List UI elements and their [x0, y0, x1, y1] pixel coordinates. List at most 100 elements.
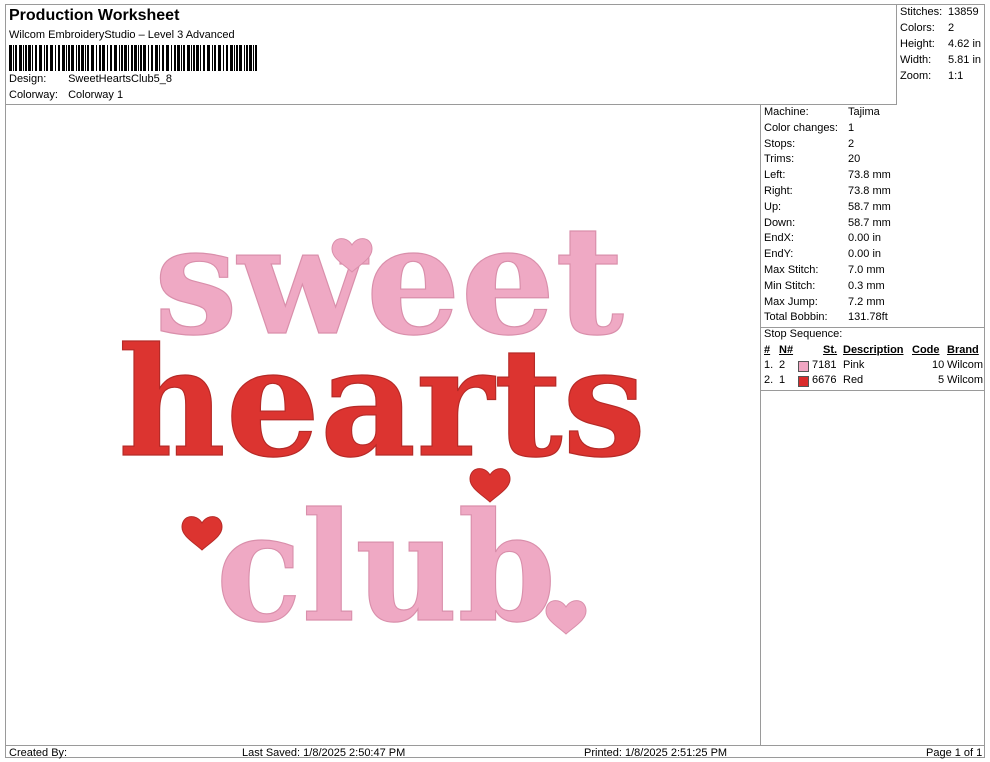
- software-name: Wilcom EmbroideryStudio – Level 3 Advanc…: [9, 29, 235, 41]
- last-saved: Last Saved: 1/8/2025 2:50:47 PM: [242, 747, 406, 759]
- embroidery-design: sweet hearts club: [117, 192, 646, 656]
- machine-info-row: Left: 73.8 mm: [764, 169, 891, 181]
- stop-sequence: Stop Sequence: # N# St. Description Code…: [761, 327, 984, 391]
- machine-info-label: Color changes:: [764, 121, 838, 134]
- machine-info-value: 58.7 mm: [848, 216, 891, 229]
- machine-info-value: 2: [848, 137, 855, 150]
- machine-info-value: 58.7 mm: [848, 200, 891, 213]
- stop-sequence-label: Stop Sequence:: [764, 328, 843, 340]
- machine-info-label: Machine:: [764, 106, 809, 118]
- col-header-st: St.: [823, 344, 838, 356]
- stat-value: 2: [948, 22, 955, 34]
- design-word-hearts: hearts: [118, 315, 646, 491]
- colorway-label: Colorway:: [9, 89, 58, 101]
- machine-info-label: EndY:: [764, 248, 794, 261]
- machine-info-value: 0.00 in: [848, 232, 882, 245]
- machine-info-row: Down: 58.7 mm: [764, 217, 891, 229]
- row-code: 10: [932, 359, 945, 371]
- stat-zoom: Zoom: 1:1: [900, 70, 963, 82]
- stat-height: Height: 4.62 in: [900, 38, 981, 50]
- col-header-description: Description: [843, 344, 904, 356]
- design-value: SweetHeartsClub5_8: [68, 73, 173, 85]
- design-preview: sweet hearts club: [6, 105, 760, 745]
- row-brand: Wilcom: [947, 374, 984, 386]
- row-stitches: 7181: [812, 359, 837, 371]
- col-header-brand: Brand: [947, 344, 979, 356]
- col-header-num: #: [764, 344, 771, 356]
- row-n: 2: [779, 359, 786, 371]
- machine-info-value: 73.8 mm: [848, 185, 891, 197]
- stat-colors: Colors: 2: [900, 22, 954, 34]
- design-label: Design:: [9, 73, 47, 85]
- row-n: 1: [779, 374, 786, 386]
- machine-info-label: Min Stitch:: [764, 279, 816, 292]
- row-num: 1.: [764, 359, 774, 371]
- machine-info-label: Max Stitch:: [764, 264, 819, 276]
- col-header-n: N#: [779, 344, 794, 356]
- page-number: Page 1 of 1: [926, 747, 983, 759]
- machine-info-row: Trims: 20: [764, 153, 860, 165]
- machine-info-row: Color changes: 1: [764, 122, 854, 134]
- row-brand: Wilcom: [947, 359, 984, 371]
- row-stitches: 6676: [812, 374, 837, 386]
- machine-info-row: Min Stitch: 0.3 mm: [764, 280, 885, 292]
- colorway-value: Colorway 1: [68, 89, 124, 101]
- machine-info-label: Down:: [764, 216, 796, 229]
- page-title: Production Worksheet: [9, 7, 180, 24]
- stat-width: Width: 5.81 in: [900, 54, 981, 66]
- stat-label: Height:: [900, 38, 935, 50]
- machine-info-label: Trims:: [764, 153, 795, 166]
- machine-info-row: Max Jump: 7.2 mm: [764, 296, 885, 308]
- machine-info-value: 7.0 mm: [848, 264, 885, 276]
- machine-info-value: 0.3 mm: [848, 279, 885, 292]
- machine-info-value: 73.8 mm: [848, 169, 891, 182]
- machine-info-value: 1: [848, 121, 855, 134]
- machine-info-label: EndX:: [764, 232, 794, 245]
- barcode: [9, 45, 257, 71]
- worksheet-header: Production Worksheet Wilcom EmbroiderySt…: [6, 5, 896, 105]
- worksheet-footer: Created By: Last Saved: 1/8/2025 2:50:47…: [6, 745, 984, 759]
- machine-info-value: 0.00 in: [848, 248, 882, 261]
- machine-info-row: Up: 58.7 mm: [764, 201, 891, 213]
- row-description: Red: [843, 374, 864, 386]
- machine-info-label: Stops:: [764, 137, 796, 150]
- stat-label: Colors:: [900, 22, 935, 34]
- row-code: 5: [938, 374, 945, 386]
- stat-value: 13859: [948, 6, 979, 18]
- stat-value: 4.62 in: [948, 38, 982, 50]
- stat-value: 1:1: [948, 70, 964, 82]
- machine-info-row: Machine: Tajima: [764, 106, 880, 118]
- table-row: 2. 1 6676 Red 5 Wilcom: [761, 374, 984, 388]
- row-num: 2.: [764, 374, 774, 386]
- created-by: Created By:: [9, 747, 68, 759]
- machine-info-label: Up:: [764, 200, 782, 213]
- machine-info-value: 7.2 mm: [848, 295, 885, 308]
- color-swatch: [798, 361, 809, 372]
- machine-info-value: Tajima: [848, 106, 880, 118]
- machine-info-value: 131.78ft: [848, 311, 888, 324]
- stat-label: Width:: [900, 54, 932, 66]
- stat-stitches: Stitches: 13859: [900, 6, 979, 18]
- row-description: Pink: [843, 359, 865, 371]
- stat-value: 5.81 in: [948, 54, 982, 66]
- worksheet-frame: Production Worksheet Wilcom EmbroiderySt…: [5, 4, 985, 759]
- machine-info-row: Right: 73.8 mm: [764, 185, 891, 197]
- machine-info-row: Total Bobbin: 131.78ft: [764, 311, 888, 323]
- machine-info-label: Total Bobbin:: [764, 311, 828, 324]
- design-name-row: Design: SweetHeartsClub5_8: [9, 73, 172, 85]
- col-header-code: Code: [912, 344, 940, 356]
- top-stats: Stitches: 13859 Colors: 2 Height: 4.62 in W…: [896, 5, 984, 105]
- stat-label: Zoom:: [900, 70, 932, 82]
- machine-info-row: EndX: 0.00 in: [764, 232, 881, 244]
- color-swatch: [798, 376, 809, 387]
- machine-info-value: 20: [848, 153, 861, 166]
- printed-date: Printed: 1/8/2025 2:51:25 PM: [584, 747, 728, 759]
- machine-info-row: Stops: 2: [764, 138, 854, 150]
- machine-info-label: Left:: [764, 169, 786, 182]
- machine-info-panel: Machine: Tajima Color changes: 1 Stops: 2 Trim…: [760, 105, 984, 745]
- machine-info-label: Right:: [764, 185, 793, 197]
- machine-info-row: Max Stitch: 7.0 mm: [764, 264, 885, 276]
- design-word-club: club: [216, 480, 556, 656]
- colorway-row: Colorway: Colorway 1: [9, 89, 123, 101]
- table-row: 1. 2 7181 Pink 10 Wilcom: [761, 359, 984, 373]
